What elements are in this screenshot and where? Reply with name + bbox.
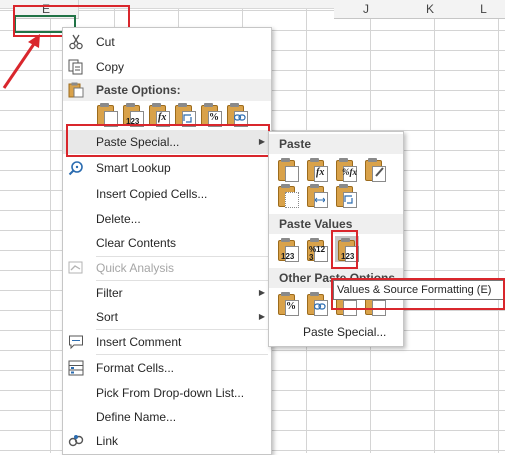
paste-icon <box>68 82 84 98</box>
paste-values-icon[interactable]: 123 <box>277 238 299 262</box>
column-header-label: K <box>425 2 434 16</box>
width-arrows-icon <box>315 197 325 203</box>
submenu-section-label: Paste <box>279 137 312 151</box>
submenu-paste-header: Paste <box>269 134 403 154</box>
format-cells-icon <box>68 360 84 376</box>
paste-icon-text: %fx <box>342 167 357 177</box>
menu-item-label: Pick From Drop-down List... <box>96 386 245 400</box>
menu-item-cut[interactable]: Cut <box>63 30 271 54</box>
link-chain-icon <box>314 303 326 310</box>
menu-item-insert-copied-cells[interactable]: Insert Copied Cells... <box>63 182 271 206</box>
paste-icon-text: %123 <box>309 245 326 262</box>
transpose-arrows-icon <box>344 195 353 204</box>
paste-column-widths-icon[interactable] <box>306 184 328 208</box>
column-header-label: L <box>480 2 487 16</box>
menu-item-copy[interactable]: Copy <box>63 55 271 79</box>
paste-options-label: Paste Options: <box>96 83 181 97</box>
paste-icon[interactable] <box>277 158 299 182</box>
annotation-box-values-source-formatting <box>331 230 358 269</box>
context-menu: Cut Copy Paste Options: 123 fx % Paste S… <box>62 27 272 455</box>
annotation-arrow-icon <box>2 34 40 89</box>
paste-no-borders-icon[interactable] <box>277 184 299 208</box>
menu-item-smart-lookup[interactable]: Smart Lookup <box>63 156 271 180</box>
menu-item-label: Define Name... <box>96 410 177 424</box>
menu-item-label: Insert Comment <box>96 335 182 349</box>
paste-keep-source-formatting-icon[interactable] <box>364 158 386 182</box>
paste-options-header: Paste Options: <box>63 79 271 101</box>
menu-item-label: Cut <box>96 35 115 49</box>
paste-formulas-number-format-icon[interactable]: %fx <box>335 158 357 182</box>
paste-transpose-icon[interactable] <box>335 184 357 208</box>
menu-separator <box>96 354 268 355</box>
paste-icon-text: % <box>209 112 219 123</box>
menu-item-label: Sort <box>96 310 119 324</box>
paste-formatting-icon[interactable]: % <box>277 292 299 316</box>
submenu-paste-special-link[interactable]: Paste Special... <box>303 324 386 340</box>
column-header-l[interactable]: L <box>462 0 505 19</box>
menu-item-label: Insert Copied Cells... <box>96 187 208 201</box>
smart-lookup-icon <box>68 161 83 176</box>
menu-item-label: Smart Lookup <box>96 161 171 175</box>
menu-item-delete[interactable]: Delete... <box>63 207 271 231</box>
menu-item-label: Format Cells... <box>96 361 175 375</box>
menu-item-pick-from-list[interactable]: Pick From Drop-down List... <box>63 381 271 405</box>
paste-icon-text: % <box>286 301 296 312</box>
menu-item-filter[interactable]: Filter ▶ <box>63 281 271 305</box>
menu-item-link[interactable]: Link <box>63 429 271 453</box>
menu-item-format-cells[interactable]: Format Cells... <box>63 356 271 380</box>
menu-item-label: Quick Analysis <box>96 261 175 275</box>
menu-item-quick-analysis: Quick Analysis <box>63 256 271 280</box>
menu-item-insert-comment[interactable]: Insert Comment <box>63 330 271 354</box>
paste-icon-text: fx <box>316 167 325 178</box>
menu-item-label: Link <box>96 434 119 448</box>
menu-item-label: Copy <box>96 60 125 74</box>
paste-icon-text: fx <box>158 112 167 123</box>
column-header-k[interactable]: K <box>398 0 463 19</box>
paste-formulas-icon[interactable]: fx <box>306 158 328 182</box>
copy-icon <box>68 59 83 75</box>
menu-item-sort[interactable]: Sort ▶ <box>63 305 271 329</box>
paste-link-icon[interactable] <box>306 292 328 316</box>
menu-item-clear-contents[interactable]: Clear Contents <box>63 231 271 255</box>
menu-item-label: Clear Contents <box>96 236 177 250</box>
link-chain-icon <box>234 114 246 121</box>
column-header-label: J <box>363 2 369 16</box>
transpose-arrows-icon <box>183 114 192 123</box>
menu-item-label: Filter <box>96 286 123 300</box>
column-header-j[interactable]: J <box>334 0 399 19</box>
quick-analysis-icon <box>68 261 83 274</box>
menu-item-define-name[interactable]: Define Name... <box>63 405 271 429</box>
submenu-arrow-icon: ▶ <box>258 288 265 297</box>
brush-icon <box>375 167 384 177</box>
paste-values-number-format-icon[interactable]: %123 <box>306 238 328 262</box>
scissors-icon <box>69 34 83 50</box>
link-icon <box>68 435 84 447</box>
paste-icon-text: 123 <box>281 252 295 261</box>
annotation-box-paste-special <box>66 124 270 157</box>
annotation-box-tooltip <box>331 278 505 310</box>
menu-item-label: Delete... <box>96 212 141 226</box>
comment-icon <box>69 335 83 350</box>
submenu-arrow-icon: ▶ <box>258 312 265 321</box>
